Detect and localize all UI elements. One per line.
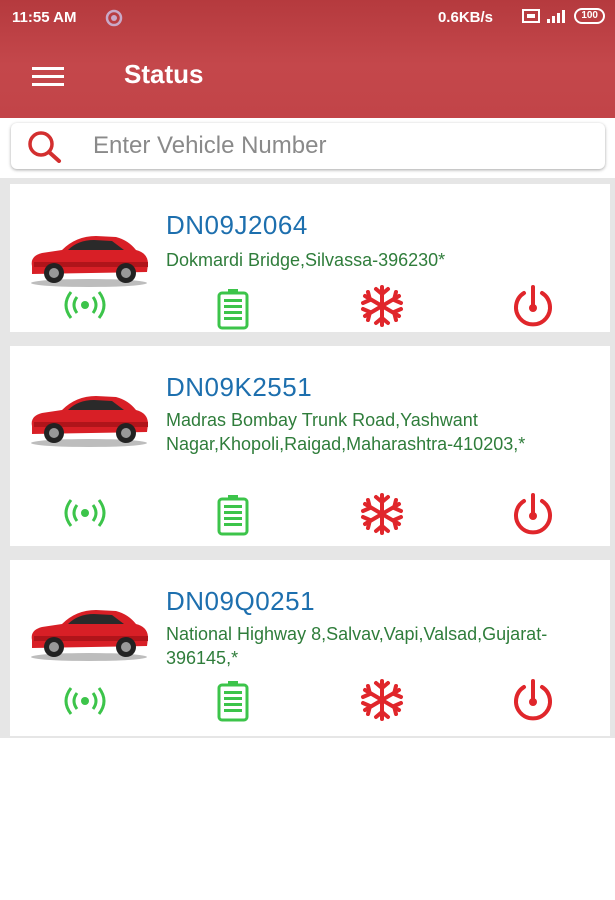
wifi-data-icon xyxy=(522,9,541,23)
search-bar xyxy=(11,123,605,169)
network-speed: 0.6KB/s xyxy=(437,9,493,26)
search-icon[interactable] xyxy=(21,129,69,163)
vehicle-card[interactable]: DN09Q0251 National Highway 8,Salvav,Vapi… xyxy=(10,560,610,736)
cell-signal-icon xyxy=(547,10,566,23)
vehicle-search-input[interactable] xyxy=(93,129,593,163)
car-icon xyxy=(31,396,148,447)
vehicle-address: Madras Bombay Trunk Road,Yashwant Nagar,… xyxy=(166,410,526,454)
ac-snowflake-icon[interactable] xyxy=(358,678,406,722)
hamburger-icon[interactable] xyxy=(30,62,66,90)
gps-signal-icon[interactable] xyxy=(60,496,110,530)
vehicle-card[interactable]: DN09J2064 Dokmardi Bridge,Silvassa-39623… xyxy=(10,184,610,332)
car-icon xyxy=(31,610,148,661)
ignition-power-icon[interactable] xyxy=(510,492,556,536)
battery-icon[interactable] xyxy=(216,494,250,536)
status-time: 11:55 AM xyxy=(12,9,77,26)
vehicle-card[interactable]: DN09K2551 Madras Bombay Trunk Road,Yashw… xyxy=(10,346,610,546)
vehicle-number: DN09Q0251 xyxy=(166,586,316,616)
ignition-power-icon[interactable] xyxy=(510,678,556,722)
page-title: Status xyxy=(124,59,204,89)
ac-snowflake-icon[interactable] xyxy=(358,284,406,328)
gps-signal-icon[interactable] xyxy=(60,684,110,718)
car-icon xyxy=(31,236,148,287)
status-bar: 11:55 AM 0.6KB/s 100 xyxy=(0,0,615,36)
battery-icon[interactable] xyxy=(216,680,250,722)
battery-status: 100 xyxy=(574,8,605,24)
vehicle-list: DN09J2064 Dokmardi Bridge,Silvassa-39623… xyxy=(0,178,615,738)
vehicle-address: Dokmardi Bridge,Silvassa-396230* xyxy=(166,250,446,270)
vehicle-address: National Highway 8,Salvav,Vapi,Valsad,Gu… xyxy=(166,624,548,668)
gps-signal-icon[interactable] xyxy=(60,288,110,322)
app-bar: 11:55 AM 0.6KB/s 100 Status xyxy=(0,0,615,118)
notification-indicator-icon xyxy=(105,9,123,27)
ac-snowflake-icon[interactable] xyxy=(358,492,406,536)
ignition-power-icon[interactable] xyxy=(510,284,556,328)
vehicle-number: DN09J2064 xyxy=(166,210,308,240)
status-icons: 100 xyxy=(522,8,605,24)
battery-icon[interactable] xyxy=(216,288,250,330)
vehicle-number: DN09K2551 xyxy=(166,372,313,402)
